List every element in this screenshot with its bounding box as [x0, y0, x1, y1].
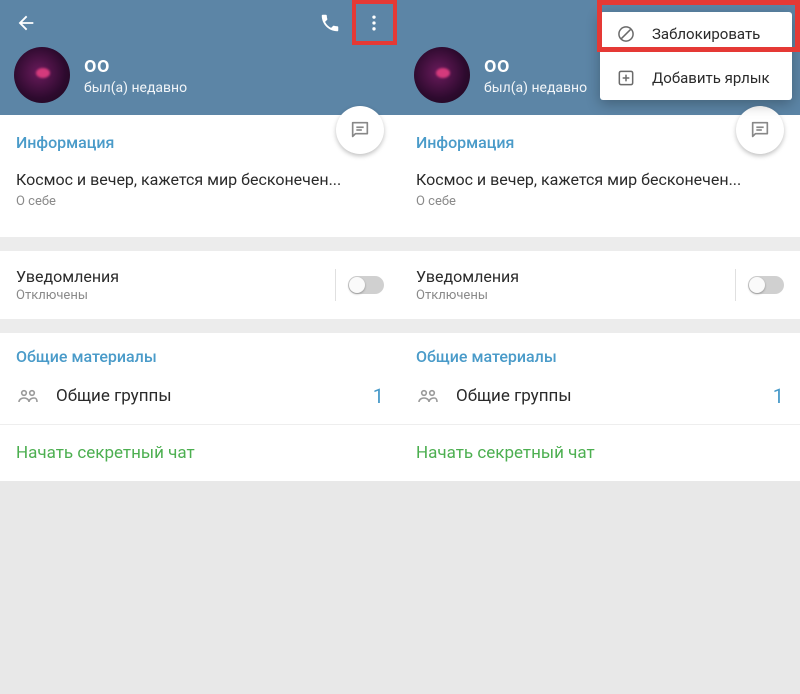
profile-row: oo был(а) недавно [0, 47, 400, 103]
notifications-status: Отключены [416, 288, 735, 303]
secret-chat-label: Начать секретный чат [16, 443, 384, 463]
shared-title: Общие материалы [0, 333, 400, 374]
bio-label: О себе [416, 194, 784, 209]
notifications-title: Уведомления [416, 267, 735, 286]
notifications-row[interactable]: Уведомления Отключены [0, 251, 400, 319]
shared-title: Общие материалы [400, 333, 800, 374]
more-vert-icon [364, 13, 384, 33]
shared-section: Общие материалы Общие группы 1 [400, 333, 800, 424]
profile-pane-left: oo был(а) недавно Информация Космос и ве… [0, 0, 400, 694]
message-icon [349, 119, 371, 141]
divider [335, 269, 336, 301]
common-groups-label: Общие группы [456, 386, 773, 406]
context-menu: Заблокировать Добавить ярлык [600, 12, 792, 100]
avatar[interactable] [14, 47, 70, 103]
notifications-toggle[interactable] [748, 276, 784, 294]
phone-icon [319, 12, 341, 34]
profile-pane-right: oo был(а) недавно Заблокировать Добавить… [400, 0, 800, 694]
bio-text: Космос и вечер, кажется мир бесконечен..… [416, 170, 784, 191]
message-fab[interactable] [736, 106, 784, 154]
common-groups-row[interactable]: Общие группы 1 [400, 374, 800, 424]
toolbar [0, 0, 400, 45]
username: oo [484, 54, 587, 78]
menu-block-label: Заблокировать [652, 25, 760, 43]
info-title: Информация [16, 133, 384, 152]
common-groups-label: Общие группы [56, 386, 373, 406]
bio-label: О себе [16, 194, 384, 209]
notifications-toggle[interactable] [348, 276, 384, 294]
call-button[interactable] [308, 1, 352, 45]
common-groups-count: 1 [773, 384, 784, 408]
header: oo был(а) недавно [0, 0, 400, 115]
divider [735, 269, 736, 301]
info-title: Информация [416, 133, 784, 152]
groups-icon [16, 384, 40, 408]
message-fab[interactable] [336, 106, 384, 154]
username: oo [84, 54, 187, 78]
back-button[interactable] [4, 1, 48, 45]
menu-shortcut-label: Добавить ярлык [652, 69, 770, 87]
secret-chat-row[interactable]: Начать секретный чат [400, 424, 800, 481]
avatar[interactable] [414, 47, 470, 103]
bio-text: Космос и вечер, кажется мир бесконечен..… [16, 170, 384, 191]
arrow-left-icon [15, 12, 37, 34]
message-icon [749, 119, 771, 141]
last-seen-status: был(а) недавно [484, 80, 587, 96]
shared-section: Общие материалы Общие группы 1 [0, 333, 400, 424]
menu-item-shortcut[interactable]: Добавить ярлык [600, 56, 792, 100]
secret-chat-row[interactable]: Начать секретный чат [0, 424, 400, 481]
notifications-status: Отключены [16, 288, 335, 303]
secret-chat-label: Начать секретный чат [416, 443, 784, 463]
notifications-title: Уведомления [16, 267, 335, 286]
last-seen-status: был(а) недавно [84, 80, 187, 96]
common-groups-row[interactable]: Общие группы 1 [0, 374, 400, 424]
notifications-row[interactable]: Уведомления Отключены [400, 251, 800, 319]
block-icon [616, 24, 636, 44]
menu-item-block[interactable]: Заблокировать [600, 12, 792, 56]
common-groups-count: 1 [373, 384, 384, 408]
groups-icon [416, 384, 440, 408]
add-shortcut-icon [616, 68, 636, 88]
more-button[interactable] [352, 1, 396, 45]
